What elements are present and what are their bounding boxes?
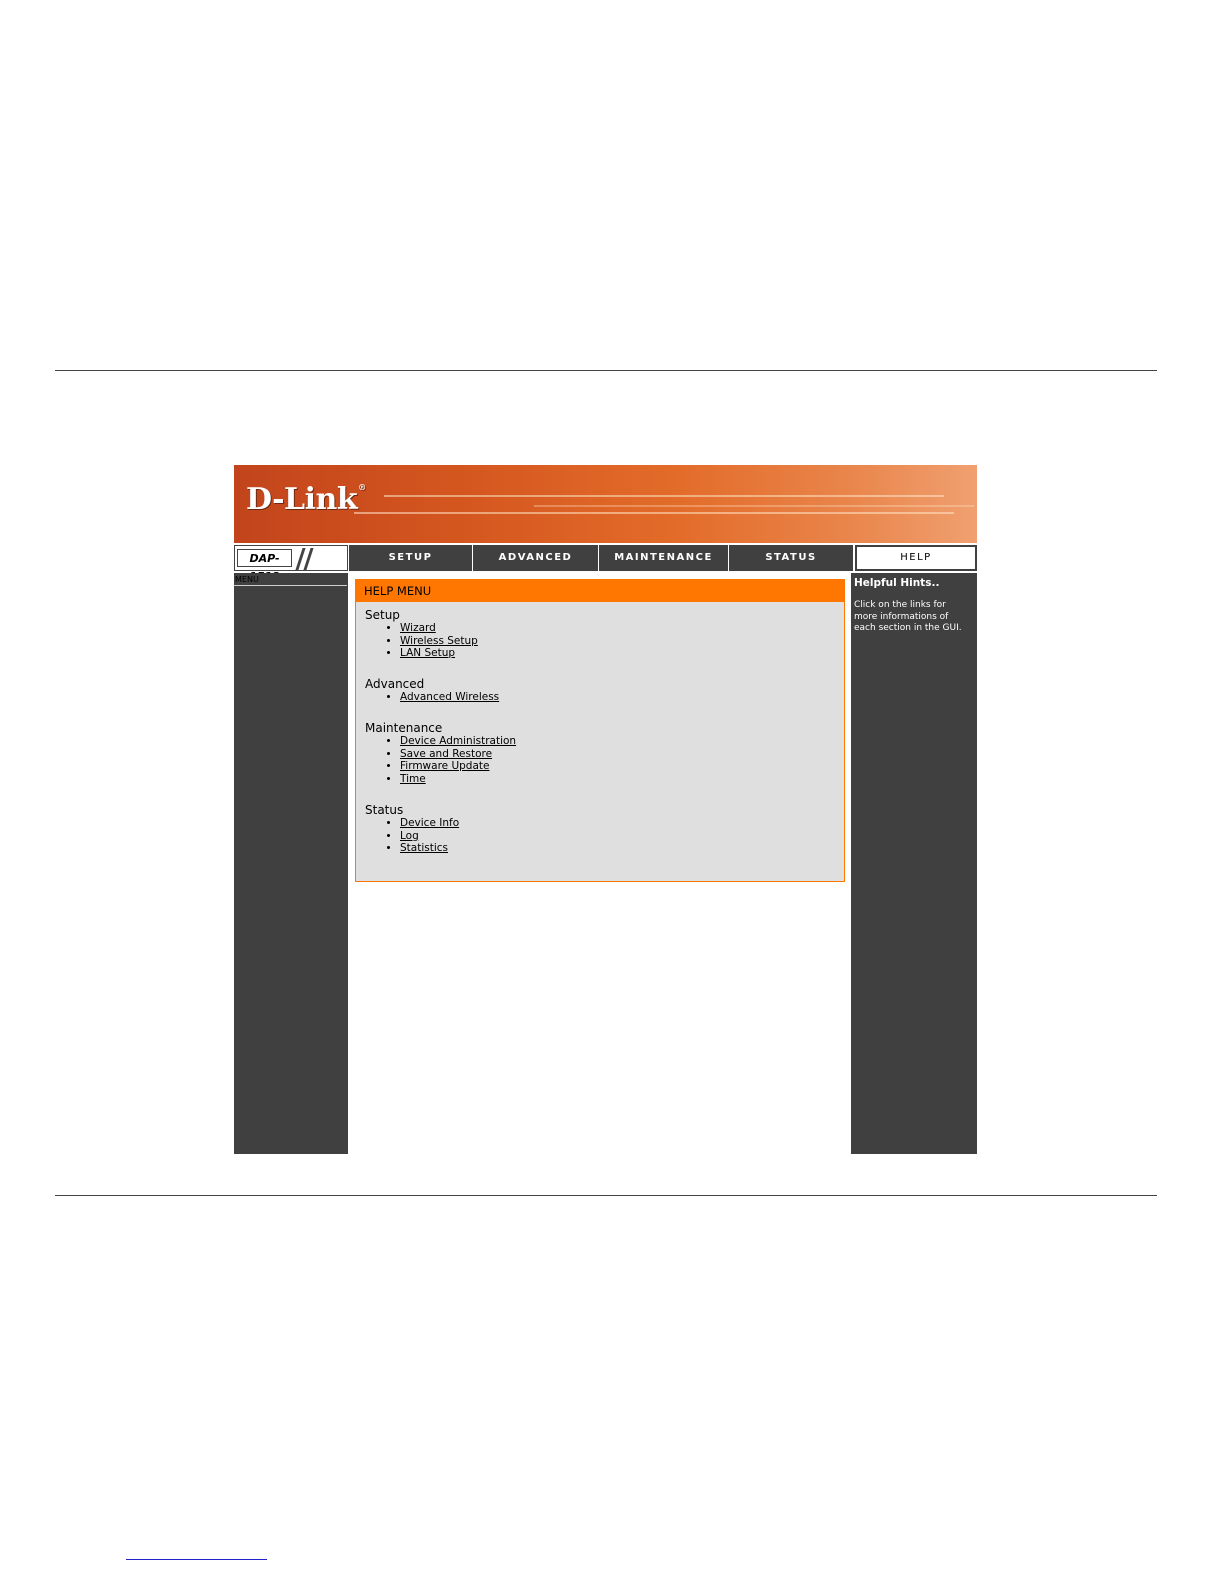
footer-link-underline <box>126 1559 267 1560</box>
link-device-info[interactable]: Device Info <box>400 817 459 829</box>
section-title: Maintenance <box>365 721 443 735</box>
list-item: LAN Setup <box>400 647 478 660</box>
left-sidebar: MENU <box>234 573 348 1154</box>
list-item: Save and Restore <box>400 748 516 761</box>
help-menu-box: HELP MENU Setup Wizard Wireless Setup LA… <box>355 579 845 882</box>
section-title: Advanced <box>365 677 425 691</box>
help-menu-title: HELP MENU <box>356 580 844 602</box>
help-section-setup: Setup Wizard Wireless Setup LAN Setup <box>365 608 478 660</box>
link-statistics[interactable]: Statistics <box>400 842 448 854</box>
hints-title: Helpful Hints.. <box>854 577 940 589</box>
page-divider-bottom <box>55 1195 1157 1196</box>
list-item: Firmware Update <box>400 760 516 773</box>
list-item: Advanced Wireless <box>400 691 499 704</box>
link-lan-setup[interactable]: LAN Setup <box>400 647 455 659</box>
link-wizard[interactable]: Wizard <box>400 622 436 634</box>
header-banner: D-Link® <box>234 465 977 543</box>
page-divider-top <box>55 370 1157 371</box>
list-item: Device Administration <box>400 735 516 748</box>
list-item: Time <box>400 773 516 786</box>
help-section-status: Status Device Info Log Statistics <box>365 803 459 855</box>
tab-setup[interactable]: SETUP <box>349 545 473 571</box>
tab-status[interactable]: STATUS <box>729 545 854 571</box>
list-item: Device Info <box>400 817 459 830</box>
list-item: Statistics <box>400 842 459 855</box>
hints-sidebar: Helpful Hints.. Click on the links for m… <box>851 573 977 1154</box>
link-time[interactable]: Time <box>400 773 426 785</box>
tab-help[interactable]: HELP <box>855 545 977 571</box>
link-device-administration[interactable]: Device Administration <box>400 735 516 747</box>
link-save-and-restore[interactable]: Save and Restore <box>400 748 492 760</box>
slash-decoration <box>303 548 314 570</box>
link-firmware-update[interactable]: Firmware Update <box>400 760 490 772</box>
section-title: Status <box>365 803 404 817</box>
dlink-logo[interactable]: D-Link® <box>246 482 366 517</box>
section-title: Setup <box>365 608 400 622</box>
list-item: Log <box>400 830 459 843</box>
link-wireless-setup[interactable]: Wireless Setup <box>400 635 478 647</box>
model-label: DAP-1513 <box>237 549 292 583</box>
menu-heading: MENU <box>234 573 347 586</box>
router-web-ui: D-Link® DAP-1513 SETUP ADVANCED MAINTENA… <box>234 465 977 1154</box>
top-nav: DAP-1513 SETUP ADVANCED MAINTENANCE STAT… <box>234 545 977 583</box>
link-log[interactable]: Log <box>400 830 419 842</box>
tab-maintenance[interactable]: MAINTENANCE <box>599 545 729 571</box>
model-badge: DAP-1513 <box>234 545 348 583</box>
list-item: Wireless Setup <box>400 635 478 648</box>
help-section-maintenance: Maintenance Device Administration Save a… <box>365 721 516 785</box>
hints-text: Click on the links for more informations… <box>854 600 962 633</box>
help-section-advanced: Advanced Advanced Wireless <box>365 677 499 704</box>
list-item: Wizard <box>400 622 478 635</box>
link-advanced-wireless[interactable]: Advanced Wireless <box>400 691 499 703</box>
tab-advanced[interactable]: ADVANCED <box>473 545 599 571</box>
